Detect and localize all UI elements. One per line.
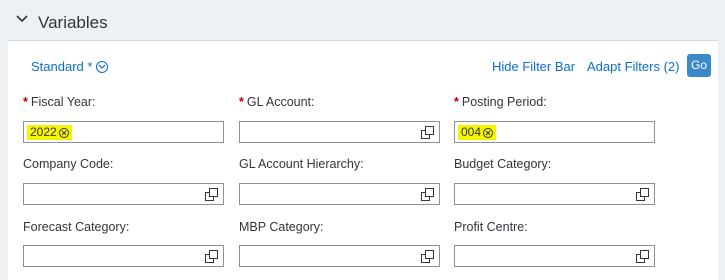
gl-account-field[interactable]	[239, 121, 440, 143]
hide-filter-bar-link[interactable]: Hide Filter Bar	[492, 59, 575, 74]
gl-account-label: * GL Account:	[239, 95, 315, 109]
mbp-category-field[interactable]	[239, 245, 440, 267]
mbp-category-label: MBP Category:	[239, 220, 324, 234]
value-help-icon[interactable]	[205, 188, 218, 201]
value-help-icon[interactable]	[205, 250, 218, 263]
forecast-category-field[interactable]	[23, 245, 224, 267]
profit-centre-field[interactable]	[454, 245, 655, 267]
filter-bar-panel: Standard * Hide Filter Bar Adapt Filters…	[8, 40, 718, 280]
profit-centre-label: Profit Centre:	[454, 220, 528, 234]
value-help-icon[interactable]	[636, 188, 649, 201]
remove-token-icon[interactable]	[483, 127, 494, 138]
value-help-icon[interactable]	[421, 188, 434, 201]
required-marker: *	[23, 95, 28, 109]
budget-category-label: Budget Category:	[454, 157, 552, 171]
company-code-field[interactable]	[23, 183, 224, 205]
forecast-category-label: Forecast Category:	[23, 220, 130, 234]
company-code-label: Company Code:	[23, 157, 114, 171]
fiscal-year-label: * Fiscal Year:	[23, 95, 96, 109]
posting-period-label: * Posting Period:	[454, 95, 547, 109]
remove-token-icon[interactable]	[58, 127, 69, 138]
gl-account-hierarchy-field[interactable]	[239, 183, 440, 205]
value-help-icon[interactable]	[636, 250, 649, 263]
budget-category-field[interactable]	[454, 183, 655, 205]
variables-header[interactable]: Variables	[0, 0, 725, 40]
chevron-down-icon[interactable]	[16, 15, 28, 23]
chevron-down-circle-icon[interactable]	[96, 60, 109, 73]
required-marker: *	[454, 95, 459, 109]
value-help-icon[interactable]	[421, 126, 434, 139]
variant-selector[interactable]: Standard *	[31, 59, 109, 74]
go-button[interactable]: Go	[687, 54, 711, 77]
posting-period-token[interactable]: 004	[458, 125, 497, 140]
posting-period-field[interactable]: 004	[454, 121, 655, 143]
fiscal-year-token[interactable]: 2022	[27, 125, 72, 140]
adapt-filters-link[interactable]: Adapt Filters (2)	[587, 59, 679, 74]
gl-account-hierarchy-label: GL Account Hierarchy:	[239, 157, 364, 171]
required-marker: *	[239, 95, 244, 109]
value-help-icon[interactable]	[421, 250, 434, 263]
section-title: Variables	[38, 13, 108, 32]
variant-label: Standard *	[31, 59, 93, 74]
fiscal-year-field[interactable]: 2022	[23, 121, 224, 143]
